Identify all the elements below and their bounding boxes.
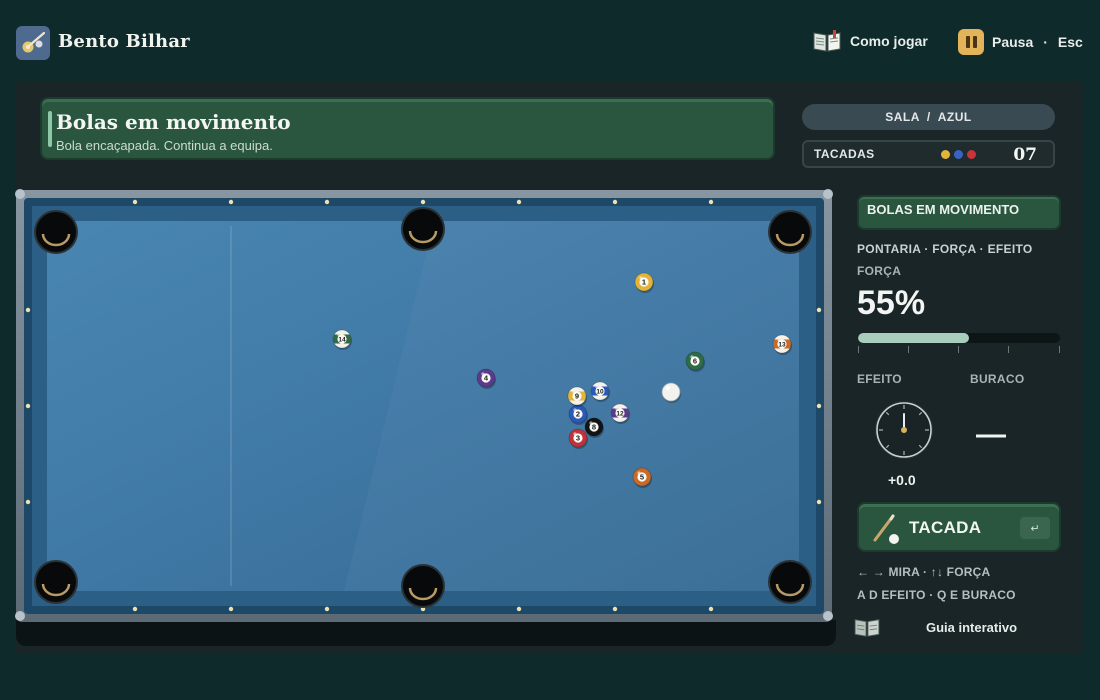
rail-diamond [516, 199, 522, 205]
pocket [768, 210, 812, 254]
pocket [401, 564, 445, 608]
status-accent [48, 111, 52, 147]
pause-label: Pausa [992, 34, 1034, 50]
shots-label: TACADAS [814, 147, 875, 161]
rail-corner [823, 189, 833, 199]
effect-dial[interactable] [874, 400, 934, 460]
help-effect-pocket: A D EFEITO · Q E BURACO [857, 588, 1016, 602]
pocket-label: BURACO [970, 372, 1025, 386]
rail-corner [15, 189, 25, 199]
rail-diamond [816, 307, 822, 313]
force-value: 55% [857, 284, 926, 322]
pocket [34, 210, 78, 254]
controls-header-label: BOLAS EM MOVIMENTO [867, 202, 1020, 217]
rail-diamond [612, 606, 618, 612]
shots-count: 07 [1013, 145, 1037, 165]
mini-ball [941, 150, 950, 159]
rail-diamond [25, 499, 31, 505]
how-to-play-label: Como jogar [850, 33, 928, 49]
effect-label: EFEITO [857, 372, 902, 386]
force-ticks [858, 346, 1060, 354]
ball-number: 8 [592, 423, 596, 432]
top-bar: Bento Bilhar Como jogar Pausa · Esc [0, 0, 1100, 82]
pause-button[interactable]: Pausa · Esc [958, 29, 1083, 55]
rail-diamond [132, 606, 138, 612]
ball-number: 2 [576, 410, 580, 419]
ball-number: 1 [642, 278, 646, 287]
ball-number: 5 [640, 473, 644, 482]
cue-icon [873, 514, 899, 544]
shoot-label: TACADA [909, 518, 982, 537]
room-separator: / [926, 110, 931, 124]
rail-diamond [324, 199, 330, 205]
shoot-button[interactable]: TACADA ↵ [857, 502, 1061, 552]
force-label: FORÇA [857, 264, 902, 278]
status-banner: Bolas em movimento Bola encaçapada. Cont… [40, 97, 775, 160]
pause-icon [958, 29, 984, 55]
control-modes: PONTARIA · FORÇA · EFEITO [857, 242, 1033, 256]
force-slider[interactable] [858, 333, 1060, 343]
rail-corner [15, 611, 25, 621]
pocket [34, 560, 78, 604]
effect-value: +0.0 [888, 472, 916, 488]
rail-diamond [708, 606, 714, 612]
room-team: AZUL [937, 110, 972, 124]
rail-diamond [25, 307, 31, 313]
app-title: Bento Bilhar [58, 31, 190, 52]
ball-number: 6 [693, 357, 697, 366]
rail-diamond [228, 606, 234, 612]
guide-label: Guia interativo [926, 620, 1018, 635]
rail-diamond [708, 199, 714, 205]
rail-diamond [324, 606, 330, 612]
room-label: SALA [885, 110, 920, 124]
rail-diamond [420, 199, 426, 205]
pocket-value: — [976, 418, 1006, 451]
status-subtitle: Bola encaçapada. Continua a equipa. [56, 138, 273, 153]
book-icon [813, 30, 841, 52]
rail-diamond [816, 499, 822, 505]
rail-diamond [516, 606, 522, 612]
help-aim-force: ← → MIRA · ↑↓ FORÇA [857, 565, 991, 579]
pause-key-hint: Esc [1057, 34, 1083, 50]
pocket [401, 207, 445, 251]
rail-diamond [132, 199, 138, 205]
billiard-logo-icon [22, 31, 46, 53]
room-badge: SALA / AZUL [802, 104, 1055, 130]
enter-key-icon: ↵ [1020, 517, 1050, 539]
ball-number: 14 [338, 337, 346, 344]
rail-diamond [25, 403, 31, 409]
controls-header: BOLAS EM MOVIMENTO [857, 195, 1061, 230]
ball-number: 9 [575, 392, 579, 401]
ball-number: 12 [616, 411, 624, 418]
app-logo [16, 26, 50, 60]
pocket [768, 560, 812, 604]
rail-corner [823, 611, 833, 621]
separator: · [1043, 34, 1048, 50]
how-to-play-button[interactable]: Como jogar [812, 29, 928, 53]
ball-number: 3 [576, 434, 580, 443]
rail-diamond [816, 403, 822, 409]
pool-table[interactable]: 12345689 10121314 [14, 188, 834, 624]
ball-number: 13 [778, 342, 786, 349]
rail-diamond [612, 199, 618, 205]
rail-diamond [228, 199, 234, 205]
mini-ball [954, 150, 963, 159]
status-title: Bolas em movimento [56, 110, 291, 134]
force-slider-fill [858, 333, 970, 343]
shots-counter: TACADAS 07 [802, 140, 1055, 168]
interactive-guide-button[interactable]: Guia interativo [853, 614, 1063, 642]
ball-number: 10 [596, 389, 604, 396]
mini-balls [941, 150, 976, 159]
guide-book-icon [854, 619, 880, 637]
mini-ball [967, 150, 976, 159]
